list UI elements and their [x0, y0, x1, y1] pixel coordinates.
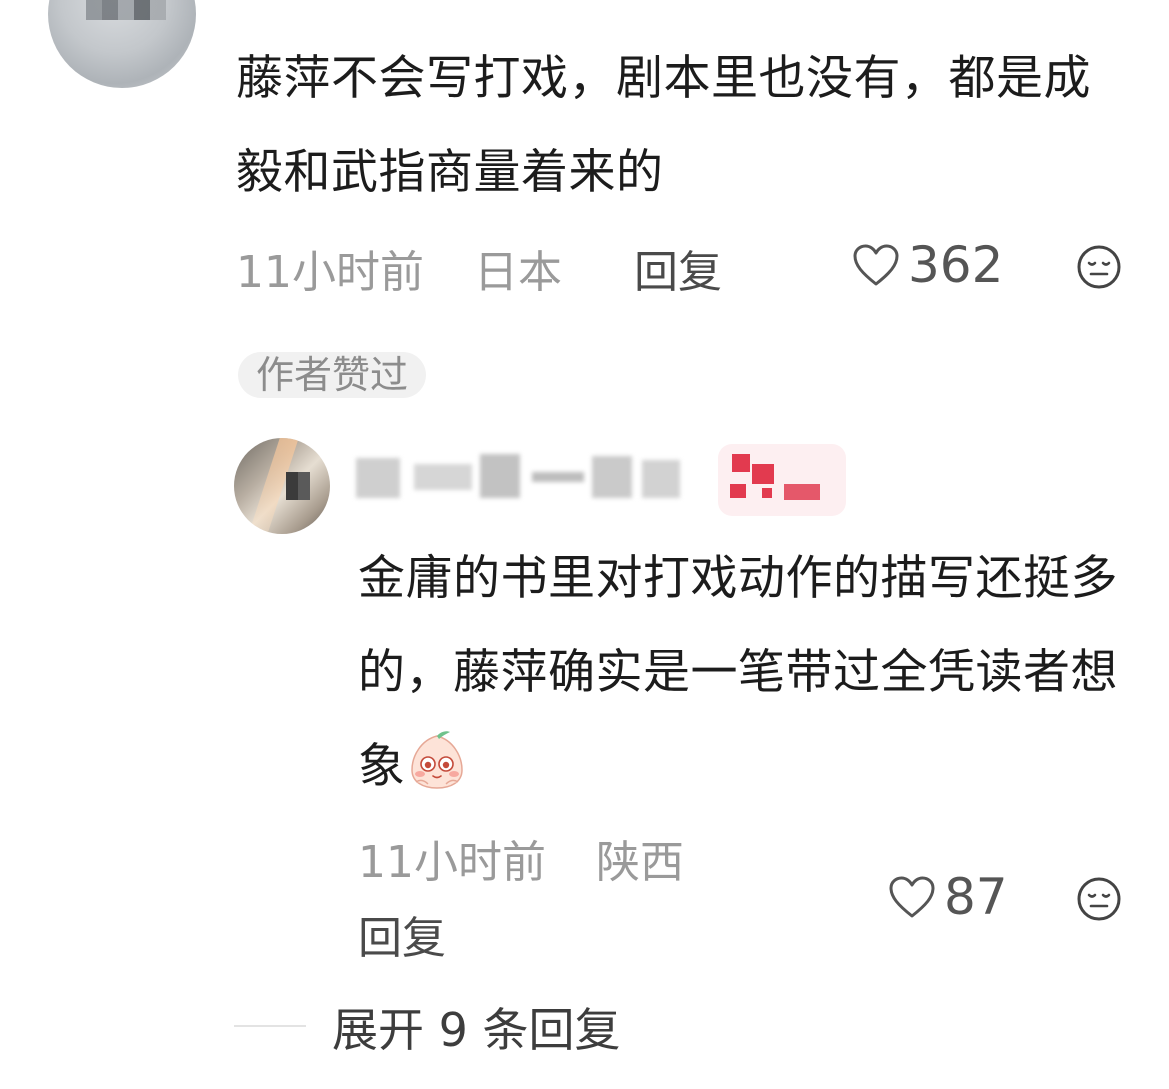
expand-divider [234, 1025, 306, 1027]
comment-text: 藤萍不会写打戏，剧本里也没有，都是成毅和武指商量着来的 [236, 51, 1091, 200]
meh-face-icon[interactable] [1076, 876, 1122, 922]
comment-meta: 11小时前 日本 回复 [236, 236, 722, 300]
heart-outline-icon [853, 244, 899, 286]
like-count: 87 [944, 868, 1008, 926]
heart-outline-icon [889, 876, 935, 918]
commenter-avatar[interactable] [48, 0, 196, 88]
peach-face-emoji [410, 731, 463, 789]
meh-face-icon[interactable] [1076, 244, 1122, 290]
comment-location: 日本 [474, 247, 562, 298]
avatar-mosaic [86, 0, 166, 20]
like-button[interactable]: 87 [888, 868, 1008, 926]
reply-text: 金庸的书里对打戏动作的描写还挺多的，藤萍确实是一笔带过全凭读者想象 [358, 532, 1118, 814]
reply-button[interactable]: 回复 [358, 902, 446, 966]
replier-nickname-blurred[interactable] [356, 450, 696, 506]
reply-location: 陕西 [596, 837, 684, 888]
reply-time: 11小时前 [358, 837, 546, 888]
like-count: 362 [908, 236, 1004, 294]
avatar-mosaic [286, 472, 310, 500]
reply-button[interactable]: 回复 [634, 247, 722, 298]
comment-time: 11小时前 [236, 247, 424, 298]
expand-replies-button[interactable]: 展开 9 条回复 [332, 994, 621, 1060]
reply-meta: 11小时前 陕西 [358, 826, 684, 890]
reply-text-content: 金庸的书里对打戏动作的描写还挺多的，藤萍确实是一笔带过全凭读者想象 [358, 551, 1118, 794]
like-button[interactable]: 362 [852, 236, 1003, 294]
replier-avatar[interactable] [234, 438, 330, 534]
replier-badge-blurred [718, 444, 846, 516]
author-liked-badge: 作者赞过 [238, 352, 427, 398]
